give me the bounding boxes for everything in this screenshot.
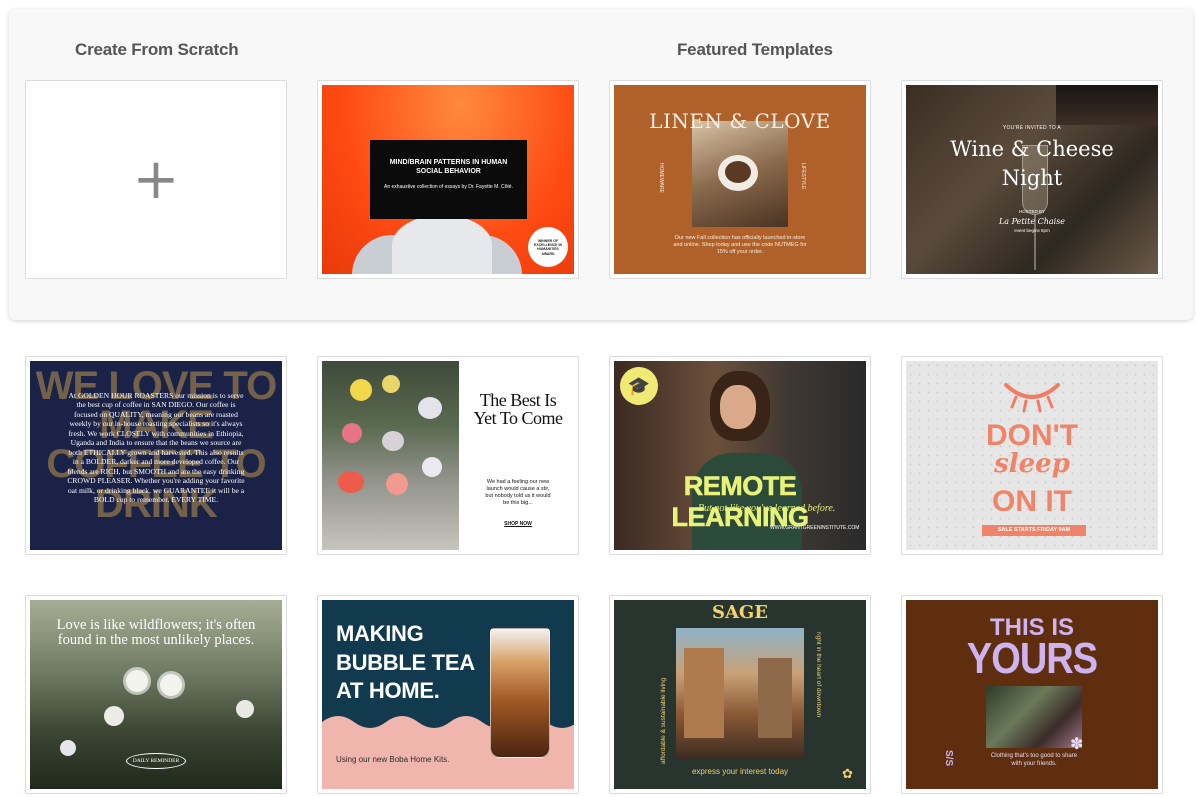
featured-templates-heading: Featured Templates	[677, 40, 833, 59]
plus-icon: +	[132, 146, 180, 212]
title-block: MIND/BRAIN PATTERNS IN HUMAN SOCIAL BEHA…	[370, 140, 527, 219]
side-text-right: LIFESTYLE	[800, 163, 806, 190]
template-card-linen-clove[interactable]: LINEN & CLOVE HOMEWARE LIFESTYLE Our new…	[609, 80, 871, 279]
template-body: Using our new Boba Home Kits.	[336, 755, 450, 764]
template-card-best-is-yet[interactable]: The Best Is Yet To Come We had a feeling…	[317, 356, 579, 555]
daisy-icon: ✿	[842, 766, 853, 781]
side-text: S/S	[943, 750, 954, 767]
award-seal: WINNER OF EXCELLENCE IN HUMANITIES AWARD	[528, 227, 568, 267]
iced-drink-shape	[490, 628, 550, 758]
sale-badge: SALE STARTS FRIDAY 9AM	[982, 525, 1086, 536]
template-thumbnail: Love is like wildflowers; it's often fou…	[30, 600, 282, 789]
template-thumbnail: THIS IS YOURS S/S ✽ Clothing that's too …	[906, 600, 1158, 789]
headline-line-2: YOURS	[966, 634, 1098, 684]
template-thumbnail: 🎓 REMOTE LEARNING But not like you've le…	[614, 361, 866, 550]
template-bottom-text: express your interest today	[691, 767, 789, 776]
side-text-left: HOMEWARE	[658, 163, 664, 193]
coffee-photo	[692, 121, 788, 227]
template-thumbnail: The Best Is Yet To Come We had a feeling…	[322, 361, 574, 550]
venue-text: La Petite Chaise	[998, 217, 1066, 226]
headline-line-2: sleep	[994, 449, 1070, 479]
template-card-remote-learning[interactable]: 🎓 REMOTE LEARNING But not like you've le…	[609, 356, 871, 555]
template-title: SAGE	[711, 602, 769, 623]
create-from-scratch-card[interactable]: +	[25, 80, 287, 279]
time-text: event begins 6pm	[1014, 228, 1050, 233]
template-title: LINEN & CLOVE	[649, 109, 831, 133]
template-thumbnail: DON'T sleep ON IT SALE STARTS FRIDAY 9AM	[906, 361, 1158, 550]
template-quote: Love is like wildflowers; it's often fou…	[56, 617, 256, 649]
street-photo	[676, 628, 804, 760]
flower-photo	[322, 361, 459, 550]
template-thumbnail: LINEN & CLOVE HOMEWARE LIFESTYLE Our new…	[614, 85, 866, 274]
invite-text: YOU'RE INVITED TO A	[1002, 125, 1062, 131]
template-card-dont-sleep[interactable]: DON'T sleep ON IT SALE STARTS FRIDAY 9AM	[901, 356, 1163, 555]
template-card-this-is-yours[interactable]: THIS IS YOURS S/S ✽ Clothing that's too …	[901, 595, 1163, 794]
template-thumbnail: SAGE affordable & sustainable living rig…	[614, 600, 866, 789]
side-text-left: affordable & sustainable living	[660, 677, 667, 764]
template-body: Our new Fall collection has officially l…	[673, 235, 807, 255]
template-title: REMOTE LEARNING	[671, 471, 809, 533]
headline-line-1: DON'T	[985, 419, 1079, 452]
template-thumbnail: MAKING BUBBLE TEA AT HOME. Using our new…	[322, 600, 574, 789]
daisy-shape	[126, 670, 148, 692]
daily-reminder-badge: DAILY REMINDER	[126, 753, 186, 769]
template-card-mind-brain[interactable]: MIND/BRAIN PATTERNS IN HUMAN SOCIAL BEHA…	[317, 80, 579, 279]
template-thumbnail: WE LOVE TO MAKE COFFEE TO DRINK At GOLDE…	[30, 361, 282, 550]
template-body: We had a feeling our new launch would ca…	[485, 479, 551, 507]
template-title: The Best Is Yet To Come	[473, 390, 563, 428]
template-subtitle: An exhaustive collection of essays by Dr…	[384, 184, 513, 191]
template-title: MIND/BRAIN PATTERNS IN HUMAN SOCIAL BEHA…	[389, 159, 508, 176]
template-tagline: But not like you've learned before.	[698, 503, 836, 514]
graduation-cap-icon: 🎓	[620, 367, 658, 405]
side-text-right: right in the heart of downtown	[815, 632, 822, 718]
template-card-sage[interactable]: SAGE affordable & sustainable living rig…	[609, 595, 871, 794]
template-title: MAKING BUBBLE TEA AT HOME.	[336, 621, 474, 704]
template-thumbnail: YOU'RE INVITED TO A Wine & Cheese Night …	[906, 85, 1158, 274]
person-face	[720, 385, 756, 429]
headline-line-3: ON IT	[992, 485, 1072, 518]
shop-now-link: SHOP NOW	[504, 521, 532, 527]
closed-eye-icon	[1004, 383, 1060, 413]
flower-icon: ✽	[1070, 736, 1084, 753]
template-card-bubble-tea[interactable]: MAKING BUBBLE TEA AT HOME. Using our new…	[317, 595, 579, 794]
template-card-golden-hour[interactable]: WE LOVE TO MAKE COFFEE TO DRINK At GOLDE…	[25, 356, 287, 555]
template-body: Clothing that's too good to share with y…	[990, 753, 1078, 767]
template-title: Wine & Cheese Night	[950, 137, 1114, 191]
flower-photo	[986, 686, 1082, 748]
create-from-scratch-heading: Create From Scratch	[75, 40, 239, 59]
hosted-text: HOSTED BY	[1018, 209, 1045, 214]
template-thumbnail: MIND/BRAIN PATTERNS IN HUMAN SOCIAL BEHA…	[322, 85, 574, 274]
template-card-wildflowers[interactable]: Love is like wildflowers; it's often fou…	[25, 595, 287, 794]
template-url: WWW.GRANTGREENINSTITUTE.COM	[770, 525, 860, 531]
template-body: At GOLDEN HOUR ROASTERS our mission is t…	[67, 391, 245, 505]
template-card-wine-cheese[interactable]: YOU'RE INVITED TO A Wine & Cheese Night …	[901, 80, 1163, 279]
bottle-shape	[1056, 85, 1158, 125]
